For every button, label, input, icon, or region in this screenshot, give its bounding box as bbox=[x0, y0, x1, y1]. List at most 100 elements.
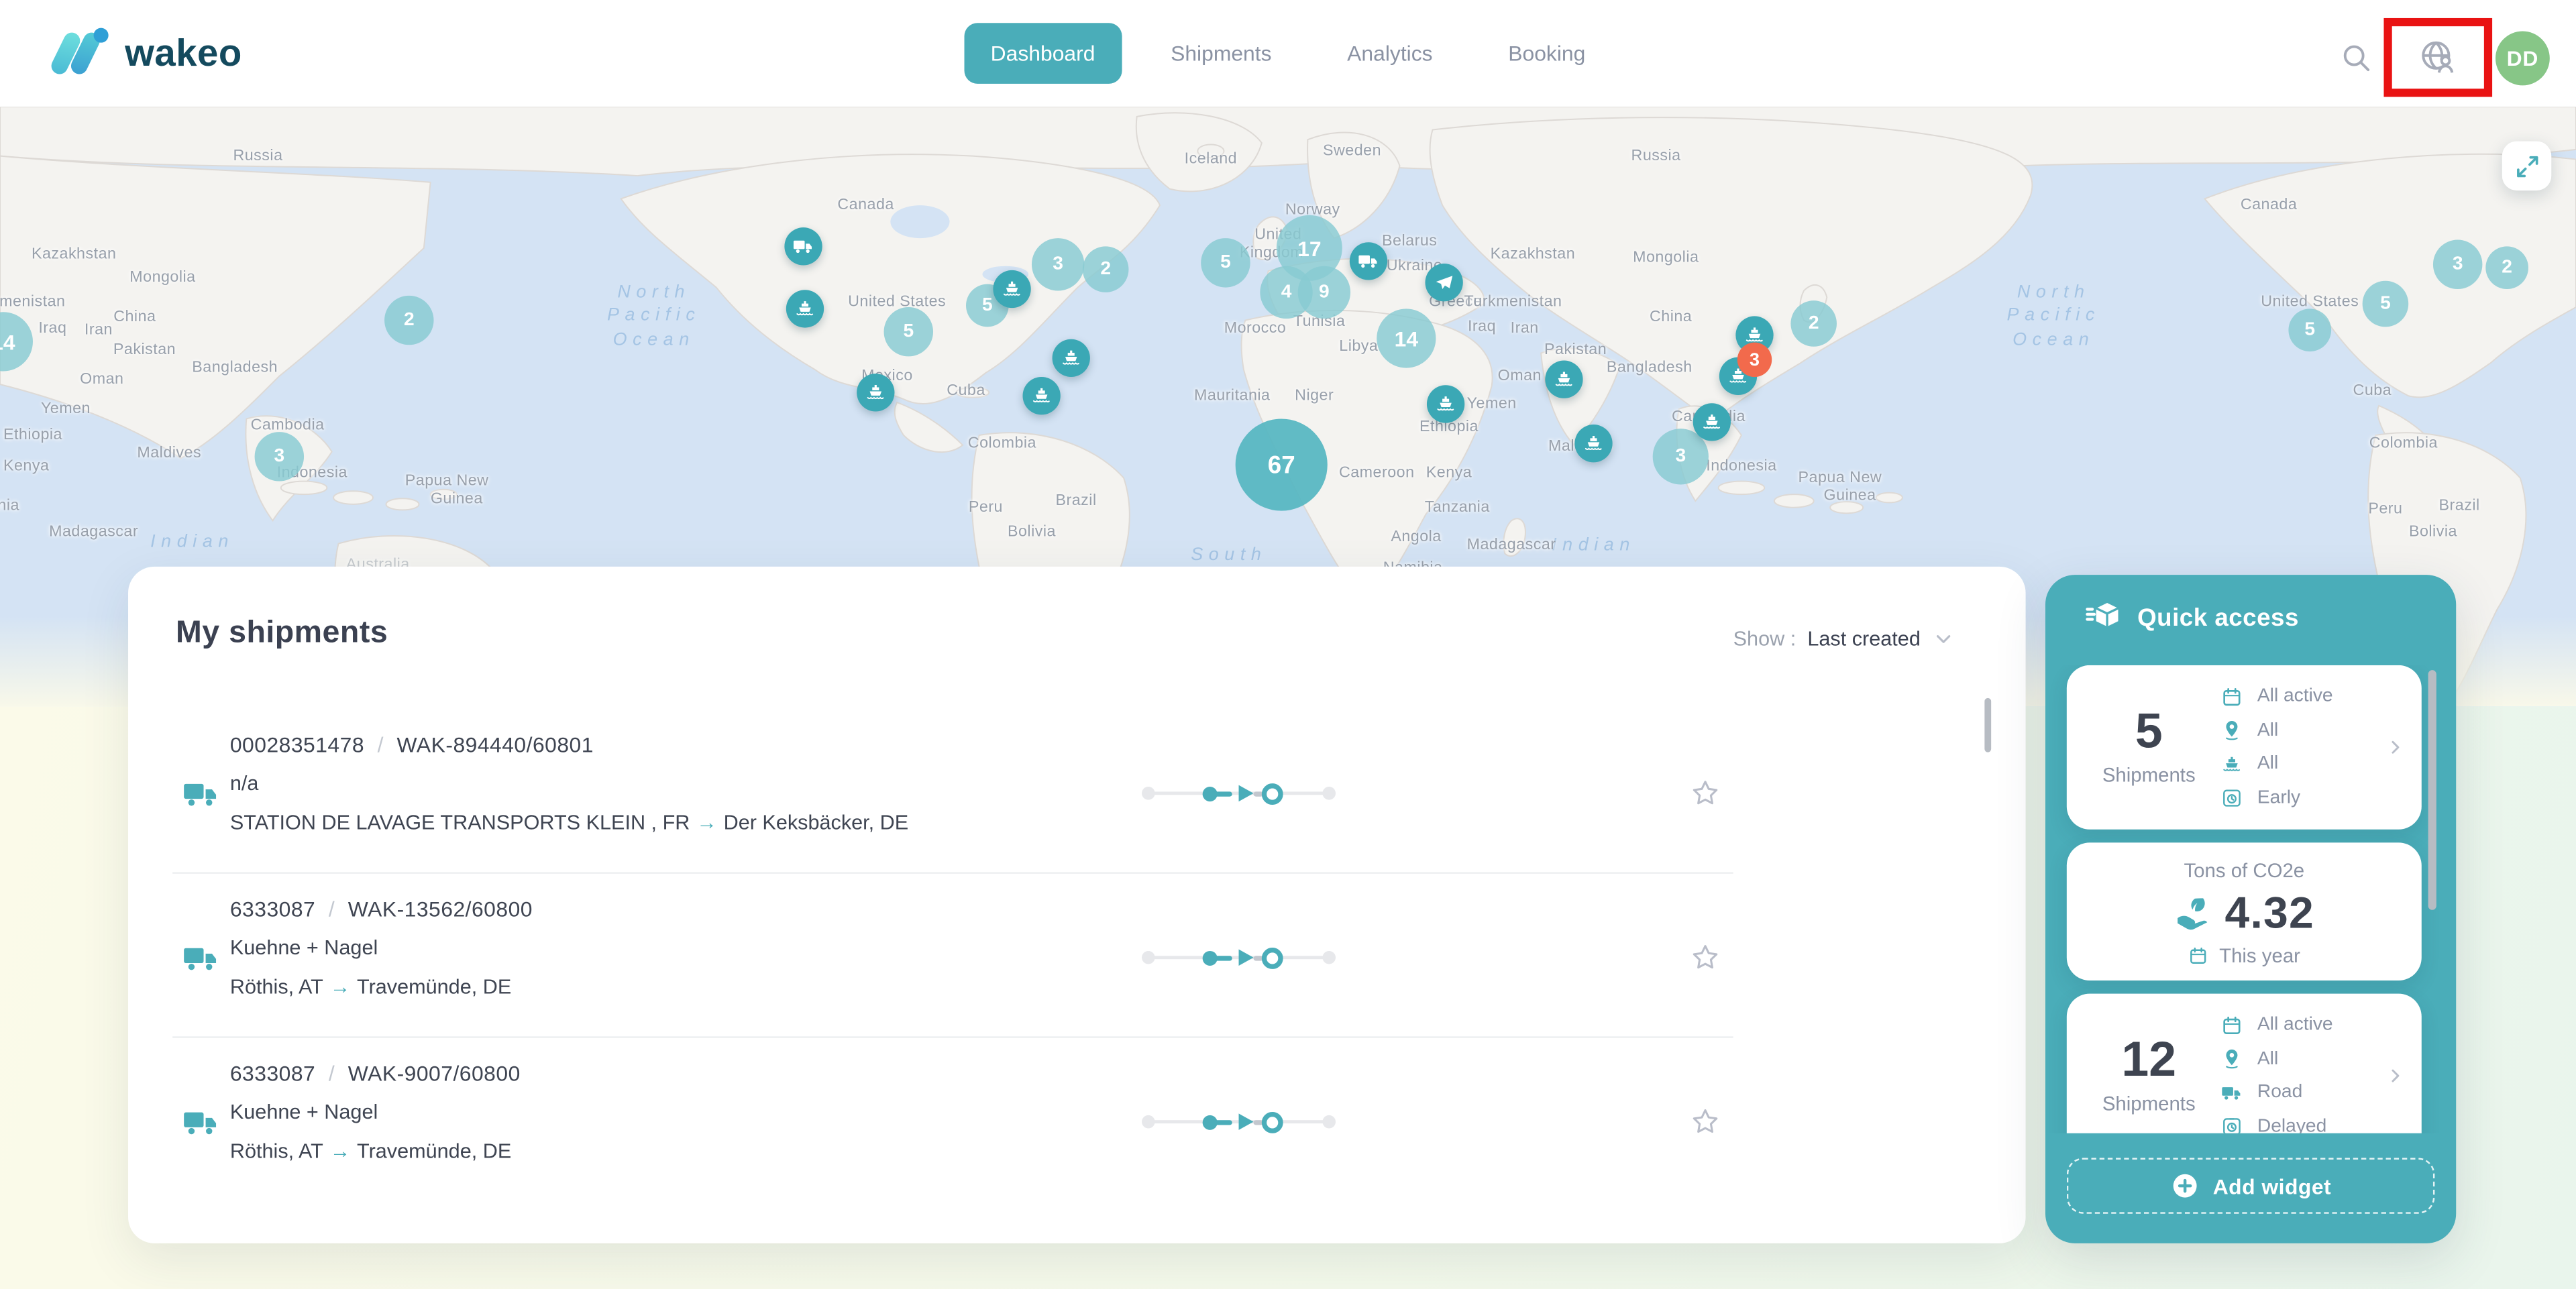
widget-count-block: 5 Shipments bbox=[2090, 665, 2208, 830]
calendar-icon bbox=[2221, 1015, 2243, 1036]
route-arrow-icon: → bbox=[330, 1140, 351, 1163]
chevron-right-icon[interactable] bbox=[2385, 738, 2405, 757]
map-country-label: Angola bbox=[1391, 528, 1441, 546]
origin: Röthis, AT bbox=[230, 1140, 323, 1163]
brand-logo[interactable]: wakeo bbox=[56, 25, 242, 80]
favorite-star-icon[interactable] bbox=[1689, 777, 1722, 809]
panel-title: My shipments bbox=[176, 616, 388, 652]
map-cluster-bubble[interactable]: 5 bbox=[884, 307, 933, 356]
map-marker-ship-icon[interactable] bbox=[786, 290, 824, 327]
map-marker-ship-icon[interactable] bbox=[1053, 339, 1090, 377]
map-alert-badge[interactable]: 3 bbox=[1737, 343, 1772, 377]
quick-access-title: Quick access bbox=[2137, 604, 2299, 632]
tab-booking[interactable]: Booking bbox=[1482, 23, 1611, 84]
ocean-label: Pacific bbox=[2007, 306, 2100, 325]
map-cluster-bubble[interactable]: 5 bbox=[1201, 238, 1250, 287]
sort-value: Last created bbox=[1807, 628, 1920, 651]
tab-dashboard[interactable]: Dashboard bbox=[964, 23, 1121, 84]
filter-label: All bbox=[2257, 754, 2278, 774]
destination: Travemünde, DE bbox=[357, 976, 511, 999]
map-cluster-bubble[interactable]: 5 bbox=[2288, 309, 2331, 351]
add-widget-button[interactable]: Add widget bbox=[2067, 1158, 2435, 1214]
progress-track bbox=[1142, 948, 1339, 967]
sort-dropdown[interactable]: Show : Last created bbox=[1733, 628, 1955, 651]
shipment-info: 6333087/WAK-13562/60800 Kuehne + Nagel R… bbox=[230, 897, 533, 999]
tab-analytics[interactable]: Analytics bbox=[1321, 23, 1459, 84]
widget-shipments-delayed[interactable]: 12 Shipments All active All Road Delayed bbox=[2067, 994, 2422, 1133]
map-marker-ship-icon[interactable] bbox=[1574, 425, 1612, 462]
shipment-row[interactable]: 6333087/WAK-13562/60800 Kuehne + Nagel R… bbox=[128, 872, 2026, 1036]
map-marker-ship-icon[interactable] bbox=[1693, 403, 1731, 441]
shipment-row[interactable]: 00028351478/WAK-894440/60801 n/a STATION… bbox=[128, 708, 2026, 873]
map-fullscreen-button[interactable] bbox=[2502, 142, 2551, 190]
shipment-row[interactable]: 6333087/WAK-9007/60800 Kuehne + Nagel Rö… bbox=[128, 1036, 2026, 1200]
co2-value: 4.32 bbox=[2224, 889, 2314, 940]
shipment-info: 00028351478/WAK-894440/60801 n/a STATION… bbox=[230, 732, 908, 834]
tab-shipments[interactable]: Shipments bbox=[1144, 23, 1298, 84]
widgets-list: 5 Shipments All active All All Early Ton… bbox=[2045, 665, 2456, 1133]
map-country-label: Libya bbox=[1339, 337, 1378, 355]
widget-co2[interactable]: Tons of CO2e 4.32 This year bbox=[2067, 842, 2422, 980]
map-country-label: China bbox=[1650, 308, 1692, 326]
progress-track bbox=[1142, 1112, 1339, 1131]
calendar-icon bbox=[2221, 686, 2243, 708]
map-marker-ship-icon[interactable] bbox=[1427, 385, 1464, 423]
my-shipments-panel: My shipments Show : Last created 0002835… bbox=[128, 567, 2026, 1243]
map-cluster-bubble[interactable]: 2 bbox=[2485, 246, 2528, 289]
map-marker-ship-icon[interactable] bbox=[1545, 361, 1582, 398]
shipment-wak: WAK-9007/60800 bbox=[348, 1061, 521, 1086]
map-cluster-bubble[interactable]: 67 bbox=[1236, 418, 1328, 510]
quick-access-scrollbar[interactable] bbox=[2428, 670, 2436, 910]
map-country-label: Cambodia bbox=[251, 416, 325, 435]
filter-label: All bbox=[2257, 720, 2278, 740]
map-country-label: Iran bbox=[1511, 319, 1539, 337]
map-cluster-bubble[interactable]: 9 bbox=[1298, 266, 1350, 319]
map-country-label: Turkmenistan bbox=[1464, 293, 1562, 311]
map-marker-ship-icon[interactable] bbox=[857, 374, 894, 411]
filter-label: Delayed bbox=[2257, 1117, 2326, 1133]
shipments-scrollbar[interactable] bbox=[1984, 698, 1991, 752]
map-cluster-bubble[interactable]: 5 bbox=[2363, 281, 2409, 327]
chevron-right-icon[interactable] bbox=[2385, 1066, 2405, 1085]
favorite-star-icon[interactable] bbox=[1689, 941, 1722, 974]
map-country-label: Guinea bbox=[431, 490, 483, 508]
map-cluster-bubble[interactable]: 2 bbox=[1083, 246, 1129, 292]
map-cluster-bubble[interactable]: 3 bbox=[1032, 238, 1084, 290]
map-cluster-bubble[interactable]: 3 bbox=[255, 432, 304, 481]
expand-icon bbox=[2513, 152, 2541, 180]
map-cluster-bubble[interactable]: 14 bbox=[1377, 309, 1436, 368]
route-arrow-icon: → bbox=[330, 976, 351, 999]
map-marker-ship-icon[interactable] bbox=[993, 270, 1030, 308]
map-country-label: Sweden bbox=[1323, 142, 1381, 160]
map-country-label: Mauritania bbox=[1194, 387, 1271, 405]
map-country-label: Iraq bbox=[1468, 318, 1496, 336]
map-marker-truck-icon[interactable] bbox=[1350, 242, 1387, 280]
shipment-unit: Shipments bbox=[2102, 764, 2196, 787]
ocean-label: North bbox=[617, 282, 690, 302]
favorite-star-icon[interactable] bbox=[1689, 1105, 1722, 1138]
map-country-label: Russia bbox=[233, 147, 282, 165]
carrier-name: n/a bbox=[230, 772, 908, 795]
map-marker-truck-icon[interactable] bbox=[784, 227, 822, 265]
map-country-label: Kazakhstan bbox=[32, 245, 117, 264]
avatar[interactable]: DD bbox=[2496, 32, 2550, 86]
map-country-label: Iran bbox=[85, 321, 113, 339]
package-box-icon bbox=[2085, 600, 2123, 637]
separator: / bbox=[329, 897, 335, 921]
map-marker-plane-icon[interactable] bbox=[1425, 264, 1462, 301]
map-country-label: Papua New bbox=[405, 472, 489, 490]
map-country-label: Pakistan bbox=[1544, 341, 1607, 359]
map-country-label: Brazil bbox=[2439, 497, 2480, 515]
map-cluster-bubble[interactable]: 2 bbox=[384, 296, 433, 345]
map-marker-ship-icon[interactable] bbox=[1022, 377, 1060, 414]
ocean-label: Ocean bbox=[2012, 330, 2094, 349]
map-country-label: Cameroon bbox=[1339, 464, 1415, 482]
filter-label: Early bbox=[2257, 788, 2300, 807]
map-cluster-bubble[interactable]: 3 bbox=[2433, 240, 2482, 289]
map-cluster-bubble[interactable]: 2 bbox=[1790, 300, 1837, 347]
map-cluster-bubble[interactable]: 14 bbox=[0, 312, 33, 371]
widget-shipments-early[interactable]: 5 Shipments All active All All Early bbox=[2067, 665, 2422, 830]
globe-user-icon[interactable] bbox=[2418, 38, 2458, 77]
brand-name: wakeo bbox=[125, 30, 242, 74]
search-icon[interactable] bbox=[2339, 41, 2372, 74]
